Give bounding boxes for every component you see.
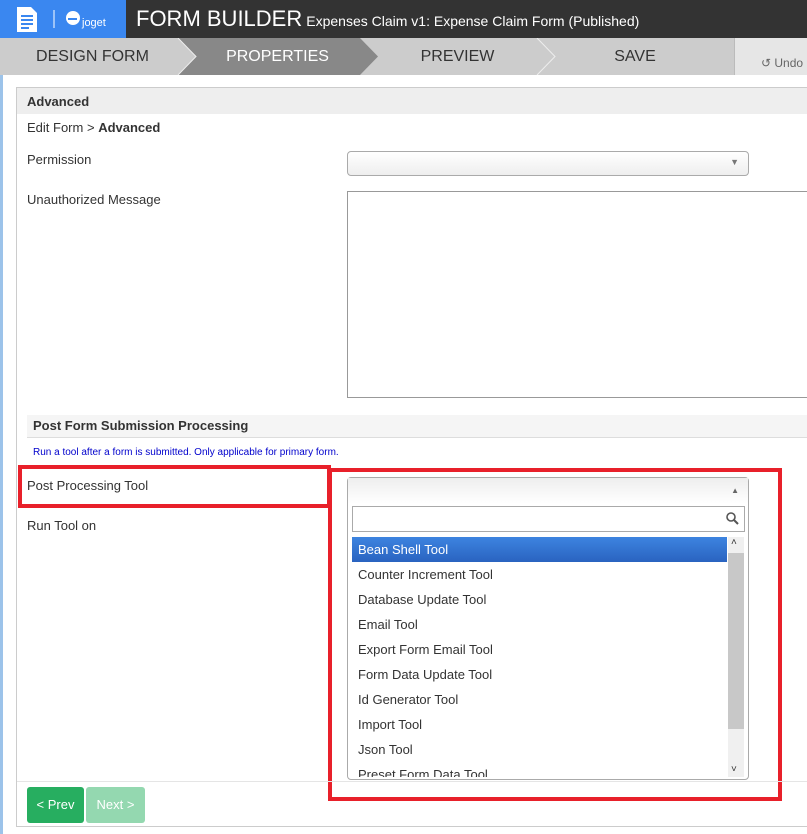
permission-label: Permission [27,152,92,167]
unauthorized-message-textarea[interactable] [347,191,807,398]
tab-design-form[interactable]: DESIGN FORM [0,38,185,75]
section-title: Post Form Submission Processing [27,415,807,438]
permission-select[interactable]: ▼ [347,151,749,176]
breadcrumb-separator: > [86,120,95,135]
page-title: FORM BUILDER Expenses Claim v1: Expense C… [136,6,639,32]
breadcrumb: Edit Form > Advanced [27,120,160,135]
panel-title: Advanced [17,88,807,114]
prev-button[interactable]: < Prev [27,787,84,823]
form-document-icon [17,7,80,32]
undo-icon: ↺ [761,56,775,70]
next-button[interactable]: Next > [86,787,145,823]
unauthorized-message-label: Unauthorized Message [27,192,161,207]
form-subtitle: Expenses Claim v1: Expense Claim Form (P… [306,13,640,29]
tab-preview[interactable]: PREVIEW [370,38,545,75]
tab-save[interactable]: SAVE [545,38,725,75]
highlight-box-dropdown [328,468,782,801]
breadcrumb-current: Advanced [98,120,161,135]
left-border [0,75,3,834]
tab-properties[interactable]: PROPERTIES [185,38,370,75]
app-title: FORM BUILDER [136,6,303,31]
highlight-box-label [18,465,331,508]
section-note: Run a tool after a form is submitted. On… [33,447,339,458]
undo-label: Undo [774,56,804,70]
chevron-down-icon: ▼ [730,157,739,167]
wizard-nav: DESIGN FORM PROPERTIES PREVIEW SAVE [0,38,807,75]
breadcrumb-edit-form[interactable]: Edit Form [27,120,83,135]
footer-divider [17,781,807,782]
undo-button[interactable]: ↺ Undo [734,38,807,75]
logo[interactable]: joget [0,0,126,38]
logo-text: joget [82,17,106,29]
run-tool-on-label: Run Tool on [27,518,97,533]
